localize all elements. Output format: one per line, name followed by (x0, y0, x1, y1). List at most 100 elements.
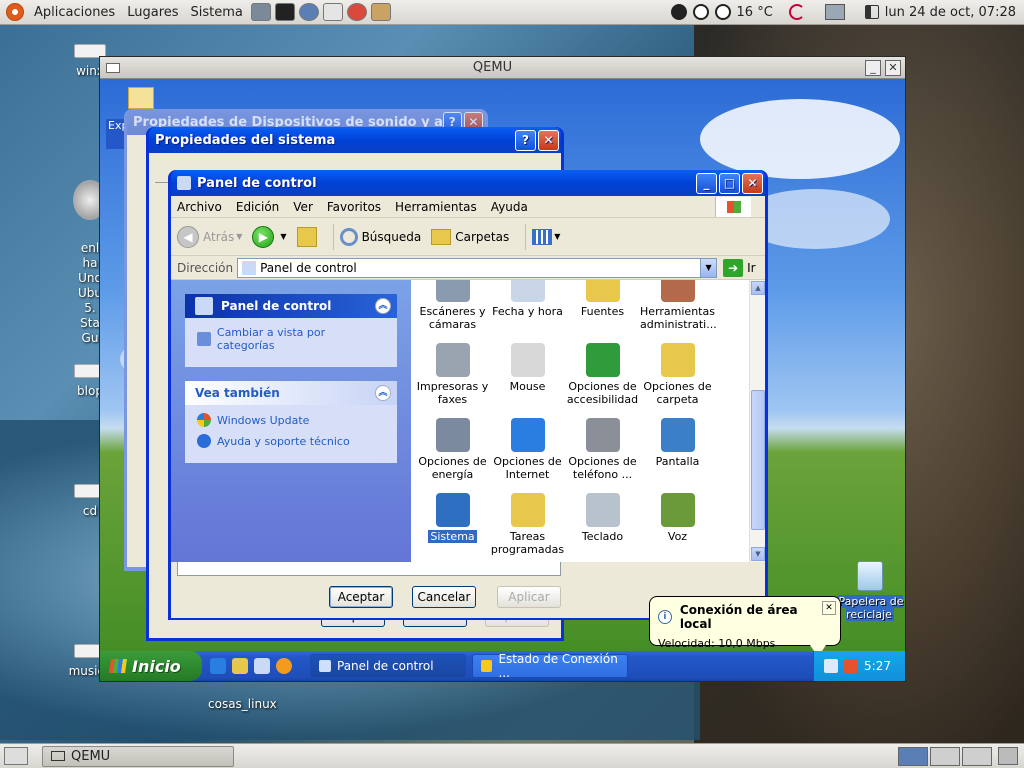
control-panel-item-label: Tareas programadas (490, 530, 565, 556)
gimp-launcher-icon[interactable] (370, 3, 391, 21)
outlook-express-icon[interactable] (254, 658, 270, 674)
ubuntu-logo-icon[interactable] (6, 3, 24, 21)
show-desktop-icon[interactable] (4, 747, 28, 765)
control-panel-item[interactable]: Fecha y hora (490, 280, 565, 337)
folders-button[interactable]: Carpetas (431, 228, 509, 245)
taskbar-item-connection-status[interactable]: Estado de Conexión ... (472, 652, 628, 680)
explorer-folder-icon[interactable] (232, 658, 248, 674)
minimize-button[interactable]: _ (696, 172, 717, 194)
control-panel-item[interactable]: Opciones de teléfono ... (565, 416, 640, 487)
tray-clock[interactable]: 5:27 (864, 659, 891, 673)
scroll-up-button[interactable]: ▲ (751, 281, 765, 295)
search-button[interactable]: Búsqueda (339, 227, 421, 246)
views-button[interactable]: ▼ (532, 228, 560, 245)
terminal-launcher-icon[interactable] (274, 3, 295, 21)
media-player-icon[interactable] (276, 658, 292, 674)
start-button[interactable]: Inicio (100, 651, 202, 681)
control-panel-item[interactable]: Escáneres y cámaras (415, 280, 490, 337)
help-launcher-icon[interactable] (346, 3, 367, 21)
switch-category-view-link[interactable]: Cambiar a vista por categorías (197, 326, 385, 352)
debian-swirl-icon[interactable] (788, 4, 805, 20)
control-panel-item[interactable]: Fuentes (565, 280, 640, 337)
control-panel-item[interactable]: Tareas programadas (490, 491, 565, 562)
menu-system[interactable]: Sistema (185, 5, 249, 20)
back-button[interactable]: ◀ Atrás ▼ (177, 225, 242, 248)
control-panel-item[interactable]: Opciones de Internet (490, 416, 565, 487)
up-folder-button[interactable] (296, 226, 317, 247)
address-dropdown-button[interactable]: ▼ (700, 258, 717, 277)
control-panel-item[interactable]: Impresoras y faxes (415, 341, 490, 412)
maximize-button[interactable]: □ (719, 172, 740, 194)
xp-taskbar: Inicio Panel de control Estado de Conexi… (100, 651, 905, 681)
menu-applications[interactable]: Aplicaciones (28, 5, 121, 20)
window-menu-icon[interactable] (106, 62, 120, 73)
control-panel-item[interactable]: Opciones de carpeta (640, 341, 715, 412)
menu-edit[interactable]: Edición (236, 200, 279, 214)
trash-icon[interactable] (998, 747, 1018, 765)
close-button[interactable]: ✕ (885, 59, 901, 76)
help-support-link[interactable]: Ayuda y soporte técnico (197, 434, 385, 448)
recycle-bin-desktop-icon[interactable]: Papelera de reciclaje (830, 561, 905, 621)
see-also-header[interactable]: Vea también ︽ (185, 381, 397, 405)
workspace-2[interactable] (930, 746, 960, 766)
menu-tools[interactable]: Herramientas (395, 200, 477, 214)
menu-view[interactable]: Ver (293, 200, 313, 214)
control-panel-item[interactable]: Pantalla (640, 416, 715, 487)
volume-icon[interactable] (864, 5, 879, 19)
help-button[interactable]: ? (515, 129, 536, 151)
network-monitor-icon[interactable] (824, 4, 845, 20)
window-list-item-qemu[interactable]: QEMU (42, 745, 234, 767)
weather-status-icon[interactable] (670, 4, 687, 20)
control-panel-item[interactable]: Teclado (565, 491, 640, 562)
chevron-down-icon[interactable]: ▼ (280, 232, 286, 241)
control-panel-item[interactable]: Herramientas administrati... (640, 280, 717, 337)
control-panel-item[interactable]: Mouse (490, 341, 565, 412)
cancel-button[interactable]: Cancelar (412, 586, 476, 608)
control-panel-titlebar[interactable]: Panel de control _ □ ✕ (171, 170, 765, 196)
chevron-down-icon[interactable]: ▼ (236, 232, 242, 241)
panel-clock[interactable]: lun 24 de oct, 07:28 (885, 5, 1016, 20)
control-panel-item-icon (660, 343, 695, 377)
ok-button[interactable]: Aceptar (329, 586, 393, 608)
scroll-down-button[interactable]: ▼ (751, 547, 765, 561)
weather-temperature[interactable]: 16 °C (737, 5, 773, 20)
balloon-close-icon[interactable]: ✕ (822, 601, 836, 615)
file-manager-launcher-icon[interactable] (250, 3, 271, 21)
scroll-thumb[interactable] (751, 390, 765, 530)
panel-tasks-header[interactable]: Panel de control ︽ (185, 294, 397, 318)
workspace-1[interactable] (898, 746, 928, 766)
menu-file[interactable]: Archivo (177, 200, 222, 214)
menu-favorites[interactable]: Favoritos (327, 200, 381, 214)
mail-launcher-icon[interactable] (322, 3, 343, 21)
vertical-scrollbar[interactable]: ▲ ▼ (749, 280, 765, 562)
taskbar-item-control-panel[interactable]: Panel de control (310, 654, 466, 678)
control-panel-item[interactable]: Opciones de energía (415, 416, 490, 487)
control-panel-item[interactable]: Voz (640, 491, 715, 562)
chevron-down-icon[interactable]: ▼ (554, 232, 560, 241)
web-browser-launcher-icon[interactable] (298, 3, 319, 21)
collapse-chevron-icon[interactable]: ︽ (375, 298, 391, 314)
network-connection-icon[interactable] (824, 659, 839, 673)
minimize-button[interactable]: _ (865, 59, 881, 76)
desktop-icon-cosas-linux[interactable]: cosas_linux (208, 697, 277, 711)
close-button[interactable]: ✕ (538, 129, 559, 151)
explorer-desktop-icon[interactable] (128, 87, 154, 109)
windows-update-link[interactable]: Windows Update (197, 413, 385, 427)
go-button[interactable]: ➔ Ir (723, 258, 756, 277)
collapse-chevron-icon[interactable]: ︽ (375, 385, 391, 401)
close-button[interactable]: ✕ (742, 172, 763, 194)
forward-button[interactable]: ▶ ▼ (252, 225, 287, 248)
security-alert-icon[interactable] (844, 659, 859, 673)
internet-explorer-icon[interactable] (210, 658, 226, 674)
switch-view-label: Cambiar a vista por categorías (216, 326, 326, 352)
control-panel-item[interactable]: Opciones de accesibilidad (565, 341, 640, 412)
workspace-3[interactable] (962, 746, 992, 766)
control-panel-item[interactable]: Sistema (415, 491, 490, 562)
apply-button[interactable]: Aplicar (497, 586, 561, 608)
menu-help[interactable]: Ayuda (491, 200, 528, 214)
system-properties-titlebar[interactable]: Propiedades del sistema ? ✕ (149, 127, 561, 153)
qemu-titlebar[interactable]: QEMU _ ✕ (100, 57, 905, 79)
menu-places[interactable]: Lugares (121, 5, 184, 20)
network-balloon-tooltip[interactable]: i Conexión de área local Velocidad: 10,0… (649, 596, 841, 657)
address-field[interactable]: Panel de control ▼ (237, 257, 718, 278)
